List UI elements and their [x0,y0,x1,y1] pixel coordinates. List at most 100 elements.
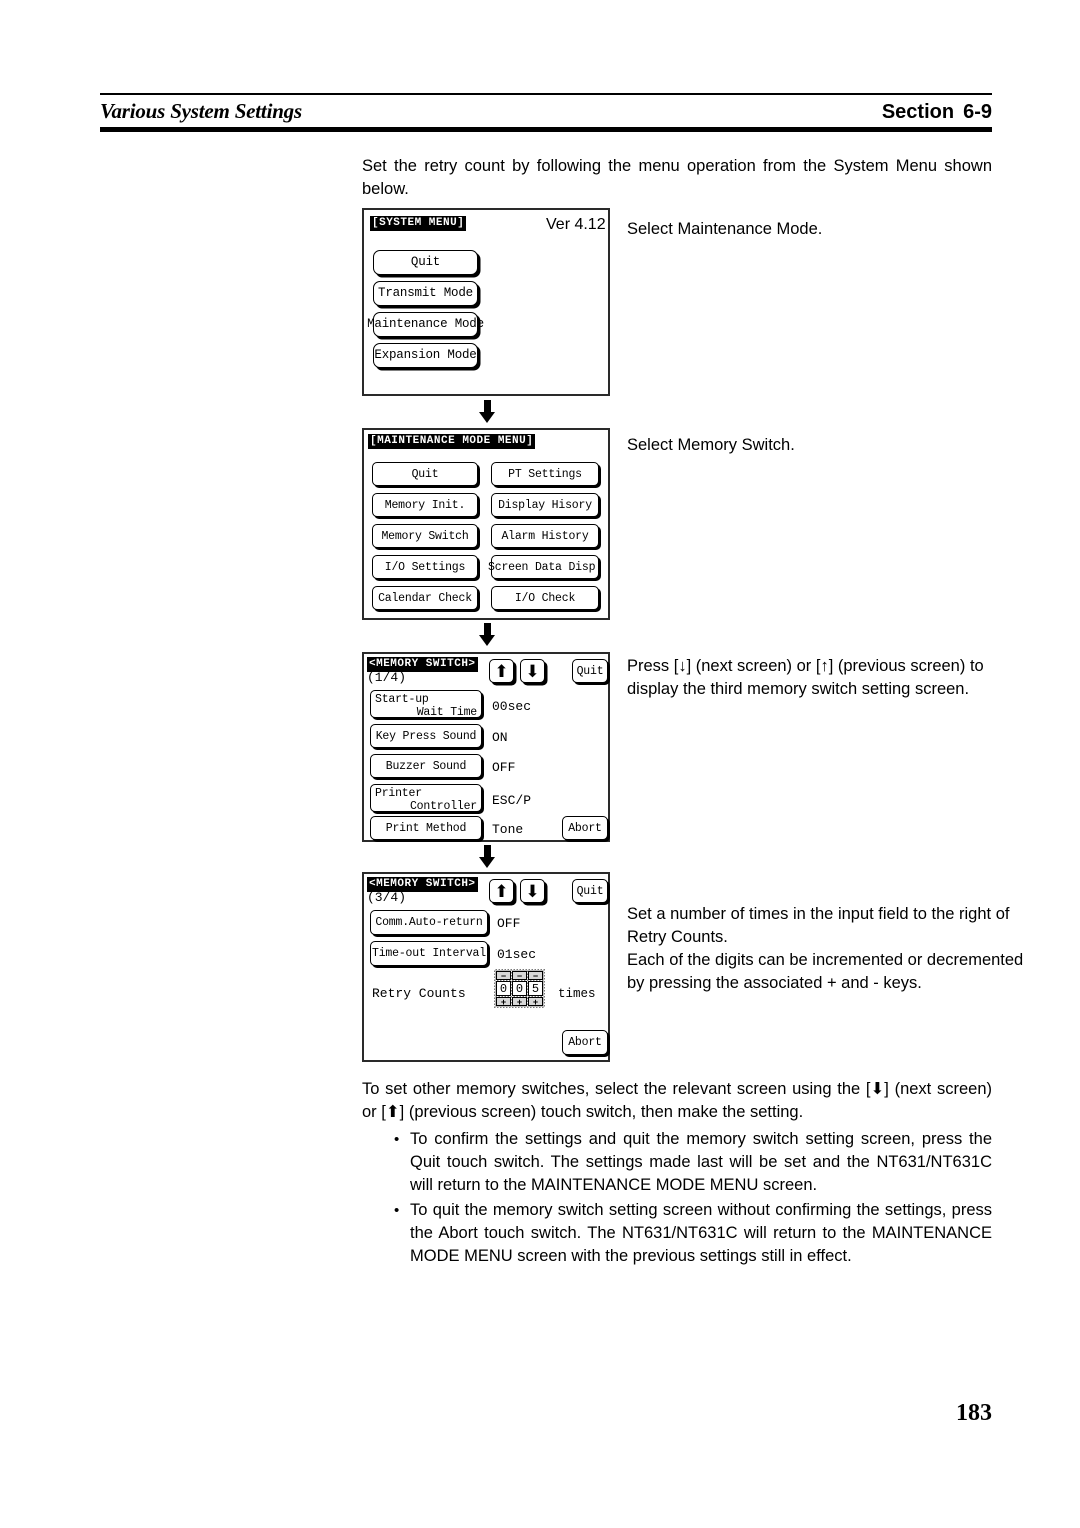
memory-switch-1-button-key-press-sound[interactable]: Key Press Sound [370,724,482,748]
retry-minus-button-ones[interactable]: − [528,971,543,980]
page-header: Various System Settings Section 6-9 [100,93,992,132]
memory-switch-1-down-arrow-icon[interactable]: ⬇ [520,659,545,683]
retry-digit-tens[interactable]: 0 [512,981,527,996]
memory-switch-1-button-printer-controller[interactable]: Printer Controller [370,784,482,813]
memory-switch-1-value-startup-wait-time: 00sec [492,699,532,714]
maintenance-button-pt-settings[interactable]: PT Settings [491,462,599,486]
maintenance-button-memory-switch[interactable]: Memory Switch [372,524,478,548]
annotation-step-1-text: Select Maintenance Mode. [627,220,823,238]
memory-switch-3-abort-button[interactable]: Abort [562,1030,608,1055]
button-label: Comm.Auto-return [375,916,483,929]
retry-digit-hundreds[interactable]: 0 [496,981,511,996]
button-label: Quit [576,664,604,678]
button-label: I/O Settings [384,560,466,574]
button-label: Print Method [385,821,467,835]
memory-switch-3-button-comm-auto-return[interactable]: Comm.Auto-return [370,910,488,935]
bullet-text: To quit the memory switch setting screen… [410,1201,992,1265]
up-arrow-glyph: ⬆ [494,881,509,901]
bullet-marker: • [394,1202,400,1219]
plus-icon: + [532,996,539,1007]
memory-switch-3-page-indicator: (3/4) [367,890,407,905]
button-label: Quit [576,884,604,898]
flow-arrow-2-icon [478,623,496,649]
memory-switch-1-quit-button[interactable]: Quit [572,659,608,683]
minus-icon: − [500,970,507,981]
retry-plus-button-tens[interactable]: + [512,997,527,1006]
annotation-step-3-text: Press [↓] (next screen) or [↑] (previous… [627,657,984,698]
maintenance-button-calendar-check[interactable]: Calendar Check [372,586,478,610]
system-menu-version: Ver 4.12 [546,216,606,233]
button-label: Transmit Mode [378,286,473,300]
button-label: Quit [411,467,439,481]
system-menu-button-quit[interactable]: Quit [373,250,478,275]
button-label: Abort [568,1036,602,1049]
retry-plus-button-ones[interactable]: + [528,997,543,1006]
intro-paragraph: Set the retry count by following the men… [362,157,992,198]
button-label: Quit [410,255,441,269]
memory-switch-1-value-key-press-sound: ON [492,730,508,745]
screen-memory-switch-3: <MEMORY SWITCH> (3/4) ⬆ ⬇ Quit Comm.Auto… [362,872,610,1062]
annotation-step-4-text: Set a number of times in the input field… [627,905,1024,992]
down-arrow-glyph: ⬇ [525,881,540,901]
system-menu-button-maintenance-mode[interactable]: Maintenance Mode [367,312,484,337]
button-label: Memory Switch [381,529,469,543]
closing-paragraph: To set other memory switches, select the… [362,1080,992,1121]
screen-system-menu: [SYSTEM MENU] Ver 4.12 Quit Transmit Mod… [362,208,610,396]
retry-digit-column-ones[interactable]: − 5 + [528,971,543,1006]
memory-switch-3-value-comm-auto-return: OFF [497,916,521,931]
memory-switch-1-value-buzzer-sound: OFF [492,760,516,775]
retry-minus-button-tens[interactable]: − [512,971,527,980]
memory-switch-1-up-arrow-icon[interactable]: ⬆ [489,659,514,683]
button-label: PT Settings [508,467,582,481]
system-menu-title: [SYSTEM MENU] [370,216,467,231]
button-label: Maintenance Mode [367,317,484,331]
system-menu-button-transmit-mode[interactable]: Transmit Mode [373,281,478,306]
header-section: Section 6-9 [882,101,992,124]
header-section-label: Section [881,101,955,123]
memory-switch-1-value-print-method: Tone [492,822,524,837]
button-label: Calendar Check [378,591,472,605]
closing-paragraph-block: To set other memory switches, select the… [362,1078,992,1124]
button-label: I/O Check [514,591,576,605]
button-label: Key Press Sound [375,729,477,743]
annotation-step-4: Set a number of times in the input field… [627,880,1027,1018]
retry-counts-stepper[interactable]: − 0 + − 0 + − 5 + [494,969,545,1008]
memory-switch-3-down-arrow-icon[interactable]: ⬇ [520,879,545,903]
button-label: Time-out Interval [372,947,486,960]
maintenance-button-alarm-history[interactable]: Alarm History [491,524,599,548]
maintenance-button-io-check[interactable]: I/O Check [491,586,599,610]
button-label: Alarm History [501,529,589,543]
memory-switch-1-abort-button[interactable]: Abort [562,816,608,840]
plus-icon: + [516,996,523,1007]
screen-maintenance-mode-menu: [MAINTENANCE MODE MENU] Quit Memory Init… [362,428,610,620]
memory-switch-1-button-print-method[interactable]: Print Method [370,816,482,840]
button-label-line1: Start-up [375,693,429,706]
button-label: Buzzer Sound [385,759,467,773]
retry-digit-column-tens[interactable]: − 0 + [512,971,527,1006]
list-item: • To quit the memory switch setting scre… [394,1199,992,1268]
retry-digit-column-hundreds[interactable]: − 0 + [496,971,511,1006]
retry-minus-button-hundreds[interactable]: − [496,971,511,980]
memory-switch-1-page-indicator: (1/4) [367,670,407,685]
memory-switch-1-button-buzzer-sound[interactable]: Buzzer Sound [370,754,482,778]
memory-switch-1-button-startup-wait-time[interactable]: Start-up Wait Time [370,690,482,719]
down-arrow-glyph: ⬇ [525,661,540,681]
maintenance-button-quit[interactable]: Quit [372,462,478,486]
annotation-step-1: Select Maintenance Mode. [627,218,1027,241]
memory-switch-3-label-retry-counts: Retry Counts [372,986,466,1001]
maintenance-button-screen-data-disp[interactable]: Screen Data Disp. [488,555,602,579]
maintenance-button-memory-init[interactable]: Memory Init. [372,493,478,517]
retry-digit-ones[interactable]: 5 [528,981,543,996]
retry-plus-button-hundreds[interactable]: + [496,997,511,1006]
flow-arrow-1-icon [478,400,496,426]
annotation-step-3: Press [↓] (next screen) or [↑] (previous… [627,655,1027,701]
memory-switch-3-quit-button[interactable]: Quit [572,879,608,903]
memory-switch-3-button-time-out-interval[interactable]: Time-out Interval [370,941,488,966]
memory-switch-3-up-arrow-icon[interactable]: ⬆ [489,879,514,903]
closing-bullet-list: • To confirm the settings and quit the m… [394,1128,992,1268]
maintenance-button-display-history[interactable]: Display Hisory [491,493,599,517]
button-label-line2: Wait Time [416,706,478,719]
maintenance-button-io-settings[interactable]: I/O Settings [372,555,478,579]
up-arrow-glyph: ⬆ [494,661,509,681]
system-menu-button-expansion-mode[interactable]: Expansion Mode [373,343,478,368]
